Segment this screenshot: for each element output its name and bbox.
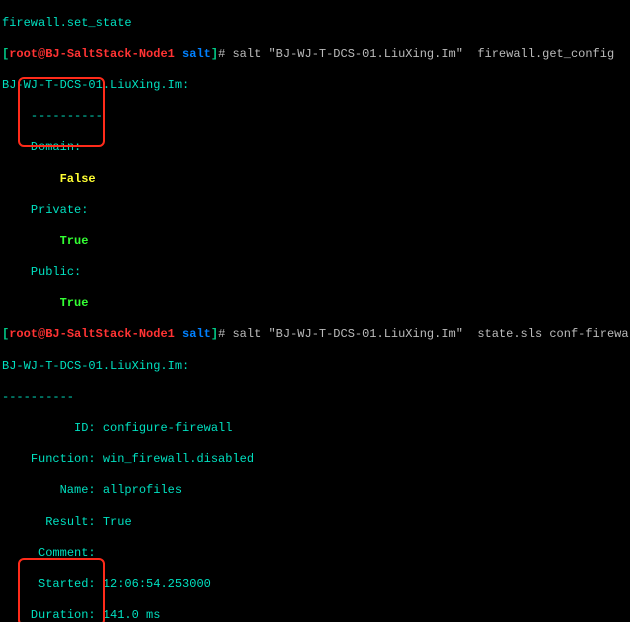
cmd2-func: state.sls conf-firewall xyxy=(477,327,630,341)
start-v: 12:06:54.253000 xyxy=(103,577,211,591)
name-k: Name: xyxy=(60,483,96,497)
fn-v: win_firewall.disabled xyxy=(103,452,254,466)
name-v: allprofiles xyxy=(103,483,182,497)
cmd1-target: "BJ-WJ-T-DCS-01.LiuXing.Im" xyxy=(268,47,462,61)
dur-k: Duration: xyxy=(31,608,96,622)
out1-domain-val: False xyxy=(60,172,96,186)
out2-minion: BJ-WJ-T-DCS-01.LiuXing.Im: xyxy=(2,359,189,373)
prompt-user: root xyxy=(9,47,38,61)
cmd2-bin: salt xyxy=(232,327,261,341)
out1-public-key: Public: xyxy=(31,265,81,279)
prompt-hash: # xyxy=(218,47,232,61)
cmd2-target: "BJ-WJ-T-DCS-01.LiuXing.Im" xyxy=(268,327,462,341)
out1-private-val: True xyxy=(60,234,89,248)
id-v: configure-firewall xyxy=(103,421,233,435)
out1-domain-key: Domain: xyxy=(31,140,81,154)
cmd1-bin: salt xyxy=(232,47,261,61)
res-v: True xyxy=(103,515,132,529)
out1-minion: BJ-WJ-T-DCS-01.LiuXing.Im: xyxy=(2,78,189,92)
prompt-host: BJ-SaltStack-Node1 xyxy=(45,47,175,61)
out1-dashes: ---------- xyxy=(31,109,103,123)
prompt-close: ] xyxy=(211,47,218,61)
fn-k: Function: xyxy=(31,452,96,466)
dur-v: 141.0 ms xyxy=(103,608,161,622)
out1-private-key: Private: xyxy=(31,203,89,217)
cmd1-func: firewall.get_config xyxy=(477,47,614,61)
prompt-path: salt xyxy=(182,47,211,61)
id-k: ID: xyxy=(74,421,96,435)
out2-dashes: ---------- xyxy=(2,390,74,404)
terminal-window[interactable]: firewall.set_state [root@BJ-SaltStack-No… xyxy=(0,0,630,622)
res-k: Result: xyxy=(45,515,95,529)
terminal-output: firewall.set_state [root@BJ-SaltStack-No… xyxy=(0,0,630,622)
cmt-k: Comment: xyxy=(38,546,96,560)
start-k: Started: xyxy=(38,577,96,591)
partial-top-line: firewall.set_state xyxy=(2,16,132,30)
out1-public-val: True xyxy=(60,296,89,310)
